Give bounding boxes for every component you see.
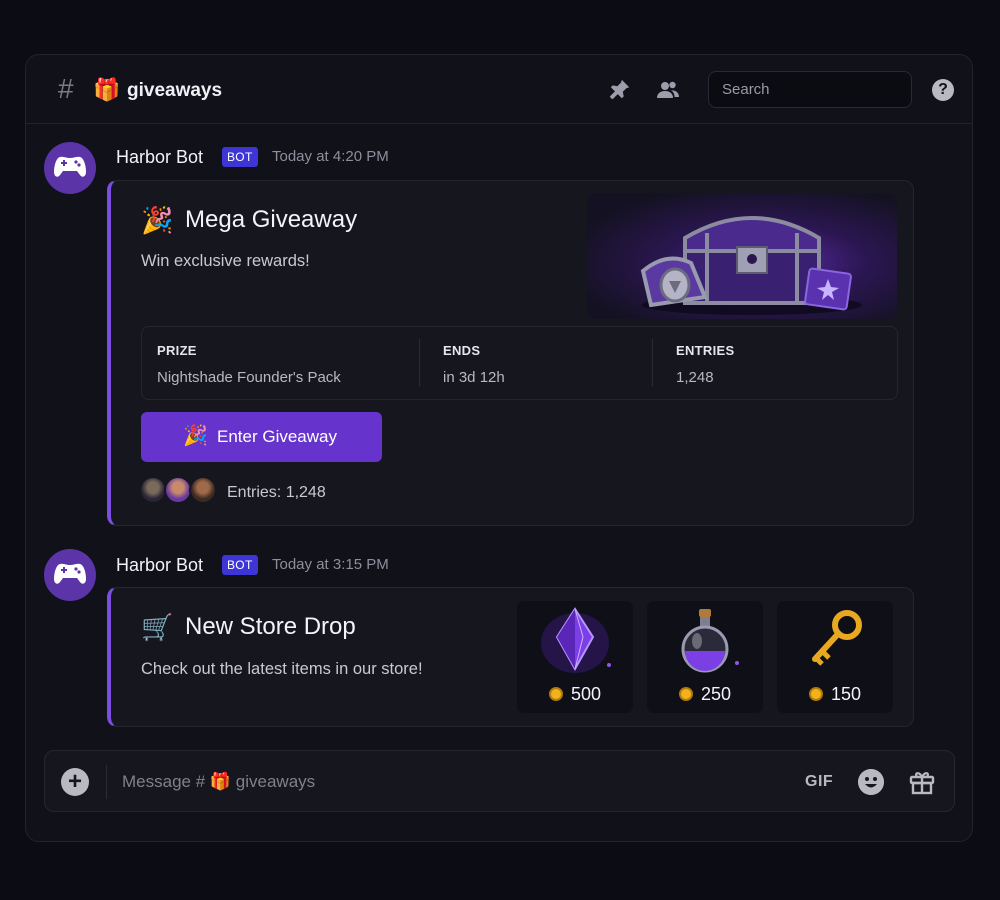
members-icon[interactable]	[656, 78, 680, 102]
embed-title: Mega Giveaway	[185, 206, 358, 233]
price-value: 150	[830, 684, 862, 704]
enter-giveaway-button[interactable]: 🎉 Enter Giveaway	[141, 412, 382, 462]
help-icon[interactable]: ?	[932, 79, 954, 101]
party-popper-emoji: 🎉	[183, 425, 208, 447]
entrant-avatar[interactable]	[189, 476, 217, 504]
entries-count: Entries: 1,248	[227, 484, 326, 501]
bot-avatar[interactable]	[44, 549, 96, 601]
store-item-key[interactable]: 150	[777, 601, 893, 713]
message-timestamp: Today at 3:15 PM	[272, 556, 389, 573]
field-prize: PRIZE Nightshade Founder's Pack	[142, 327, 419, 399]
composer-divider	[106, 765, 107, 799]
channel-hash-icon: #	[58, 73, 74, 104]
field-label: PRIZE	[157, 343, 197, 358]
gamepad-icon	[54, 156, 86, 177]
bot-avatar[interactable]	[44, 142, 96, 194]
channel-emoji: 🎁	[93, 77, 121, 102]
message-composer: + Message # 🎁 giveaways GIF	[44, 750, 955, 812]
channel-header: # 🎁 giveaways Search ?	[26, 55, 972, 124]
shopping-cart-emoji: 🛒	[141, 612, 174, 642]
treasure-chest-image	[587, 193, 897, 319]
gift-icon[interactable]	[909, 769, 935, 795]
message-author[interactable]: Harbor Bot	[116, 146, 203, 168]
potion-bottle-icon	[681, 609, 739, 673]
store-drop-embed: 🛒 New Store Drop Check out the latest it…	[107, 587, 914, 727]
price-value: 250	[700, 684, 732, 704]
field-label: ENDS	[443, 343, 481, 358]
message-timestamp: Today at 4:20 PM	[272, 148, 389, 165]
coin-icon	[808, 687, 823, 701]
golden-key-icon	[812, 610, 862, 666]
pin-icon[interactable]	[608, 78, 632, 102]
party-popper-emoji: 🎉	[141, 205, 174, 235]
field-value: 1,248	[676, 369, 714, 386]
field-entries: ENTRIES 1,248	[653, 327, 897, 399]
purple-crystal-icon	[541, 607, 611, 673]
entrant-avatar[interactable]	[139, 476, 167, 504]
message-input[interactable]: Message # 🎁 giveaways	[122, 771, 315, 793]
bot-badge: BOT	[222, 147, 258, 167]
enter-giveaway-label: Enter Giveaway	[217, 427, 337, 446]
item-price: 150	[777, 683, 893, 705]
entrant-avatar[interactable]	[164, 476, 192, 504]
item-price: 500	[517, 683, 633, 705]
store-item-potion[interactable]: 250	[647, 601, 763, 713]
field-ends: ENDS in 3d 12h	[420, 327, 652, 399]
field-value: in 3d 12h	[443, 369, 505, 386]
store-item-crystal[interactable]: 500	[517, 601, 633, 713]
coin-icon	[678, 687, 693, 701]
message-author[interactable]: Harbor Bot	[116, 554, 203, 576]
embed-title: New Store Drop	[185, 613, 356, 640]
gif-button[interactable]: GIF	[805, 772, 833, 792]
item-price: 250	[647, 683, 763, 705]
price-value: 500	[570, 684, 602, 704]
channel-name: giveaways	[127, 80, 223, 101]
chat-window: # 🎁 giveaways Search ? Harbor Bot BOT To…	[25, 54, 973, 842]
gamepad-icon	[54, 563, 86, 584]
embed-description: Win exclusive rewards!	[141, 252, 310, 270]
emoji-picker-icon[interactable]	[858, 769, 884, 795]
coin-icon	[548, 687, 563, 701]
search-input[interactable]: Search	[708, 71, 912, 108]
field-label: ENTRIES	[676, 343, 735, 358]
field-value: Nightshade Founder's Pack	[157, 369, 341, 386]
giveaway-fields: PRIZE Nightshade Founder's Pack ENDS in …	[141, 326, 898, 400]
add-attachment-button[interactable]: +	[61, 768, 89, 796]
embed-description: Check out the latest items in our store!	[141, 660, 423, 678]
giveaway-embed: 🎉 Mega Giveaway Win exclusive rewards! P…	[107, 180, 914, 526]
bot-badge: BOT	[222, 555, 258, 575]
